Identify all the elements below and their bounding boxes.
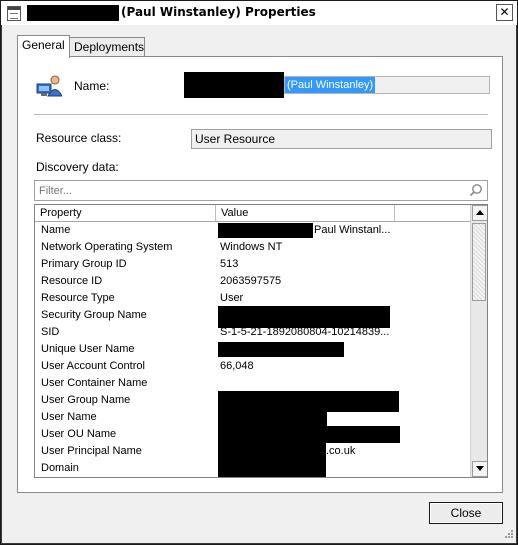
name-label: Name: — [74, 79, 110, 93]
properties-dialog: (Paul Winstanley) Properties ✕ General D… — [0, 0, 518, 545]
redaction-bar — [218, 443, 326, 460]
scroll-thumb[interactable] — [472, 223, 486, 301]
table-row[interactable]: User Group Name — [35, 391, 471, 412]
property-cell: Unique User Name — [41, 343, 135, 355]
scroll-up-button[interactable] — [472, 205, 487, 221]
table-row[interactable]: Primary Group ID 513 — [35, 256, 471, 273]
resource-class-field[interactable]: User Resource — [191, 129, 492, 149]
table-row[interactable]: Resource ID 2063597575 — [35, 273, 471, 290]
value-cell: Windows NT — [220, 241, 283, 253]
user-computer-icon — [36, 75, 62, 97]
column-header-property[interactable]: Property — [35, 205, 216, 221]
table-row[interactable]: Resource Type User — [35, 290, 471, 307]
property-cell: Network Operating System — [41, 241, 173, 253]
table-row[interactable]: User Principal Name .co.uk — [35, 443, 471, 460]
value-cell: 2063597575 — [220, 275, 282, 287]
redaction-bar — [184, 72, 284, 98]
general-tab-panel: Name: (Paul Winstanley) Resource class: … — [17, 56, 503, 493]
name-value[interactable]: (Paul Winstanley) — [285, 77, 376, 93]
value-cell: 66,048 — [220, 360, 254, 372]
name-field[interactable]: (Paul Winstanley) — [284, 76, 490, 94]
table-row[interactable]: Domain — [35, 460, 471, 477]
filter-input[interactable] — [37, 183, 461, 199]
discovery-data-label: Discovery data: — [36, 160, 119, 174]
property-cell: Domain — [41, 462, 79, 474]
value-cell: User — [220, 292, 244, 304]
redaction-bar — [218, 223, 313, 238]
list-header: Property Value — [35, 205, 471, 222]
redaction-bar — [27, 5, 119, 21]
table-row[interactable]: Network Operating System Windows NT — [35, 239, 471, 256]
property-cell: Name — [41, 224, 71, 236]
column-header-value[interactable]: Value — [216, 205, 395, 221]
tab-deployments[interactable]: Deployments — [69, 37, 145, 57]
filter-box[interactable] — [34, 180, 488, 201]
property-cell: Resource ID — [41, 275, 103, 287]
property-cell: Security Group Name — [41, 309, 147, 321]
discovery-data-list: Property Value Name Paul Winstanl... Net… — [34, 204, 488, 478]
title-bar[interactable]: (Paul Winstanley) Properties ✕ — [1, 1, 517, 25]
column-header-empty — [395, 205, 470, 221]
value-cell: 513 — [220, 258, 239, 270]
property-cell: Primary Group ID — [41, 258, 127, 270]
property-cell: User OU Name — [41, 428, 117, 440]
window-icon — [7, 6, 21, 21]
resize-grip-icon[interactable] — [502, 529, 514, 541]
scroll-down-button[interactable] — [472, 461, 487, 477]
table-row[interactable]: SID S-1-5-21-1892080804-10214839... — [35, 324, 471, 341]
chevron-down-icon — [476, 466, 484, 471]
table-row[interactable]: Unique User Name — [35, 341, 471, 358]
property-cell: SID — [41, 326, 60, 338]
table-row[interactable]: User OU Name — [35, 426, 471, 443]
property-cell: User Container Name — [41, 377, 148, 389]
value-cell: S-1-5-21-1892080804-10214839... — [220, 326, 390, 338]
table-row[interactable]: Name Paul Winstanl... — [35, 222, 471, 239]
table-row[interactable]: Security Group Name — [35, 306, 471, 328]
vertical-scrollbar[interactable] — [470, 205, 487, 477]
value-cell: .co.uk — [326, 445, 356, 457]
property-cell: User Group Name — [41, 394, 131, 406]
close-button[interactable]: Close — [429, 502, 503, 524]
property-cell: User Account Control — [41, 360, 145, 372]
redaction-bar — [218, 411, 327, 427]
property-cell: Resource Type — [41, 292, 115, 304]
property-cell: User Principal Name — [41, 445, 142, 457]
separator — [34, 114, 488, 115]
dialog-client-area: General Deployments Name: (Paul Winstanl… — [2, 25, 516, 543]
resource-class-label: Resource class: — [36, 131, 122, 145]
redaction-bar — [218, 342, 344, 357]
table-row[interactable]: User Container Name — [35, 375, 471, 392]
close-window-button[interactable]: ✕ — [496, 4, 513, 21]
redaction-bar — [218, 460, 326, 477]
table-row[interactable]: User Account Control 66,048 — [35, 358, 471, 375]
table-row[interactable]: User Name — [35, 409, 471, 427]
property-cell: User Name — [41, 411, 97, 423]
search-icon[interactable] — [469, 183, 483, 197]
chevron-up-icon — [476, 210, 484, 215]
value-cell: Paul Winstanl... — [314, 224, 391, 236]
window-title: (Paul Winstanley) Properties — [121, 5, 316, 19]
tab-general[interactable]: General — [17, 35, 70, 58]
redaction-bar — [218, 426, 400, 443]
